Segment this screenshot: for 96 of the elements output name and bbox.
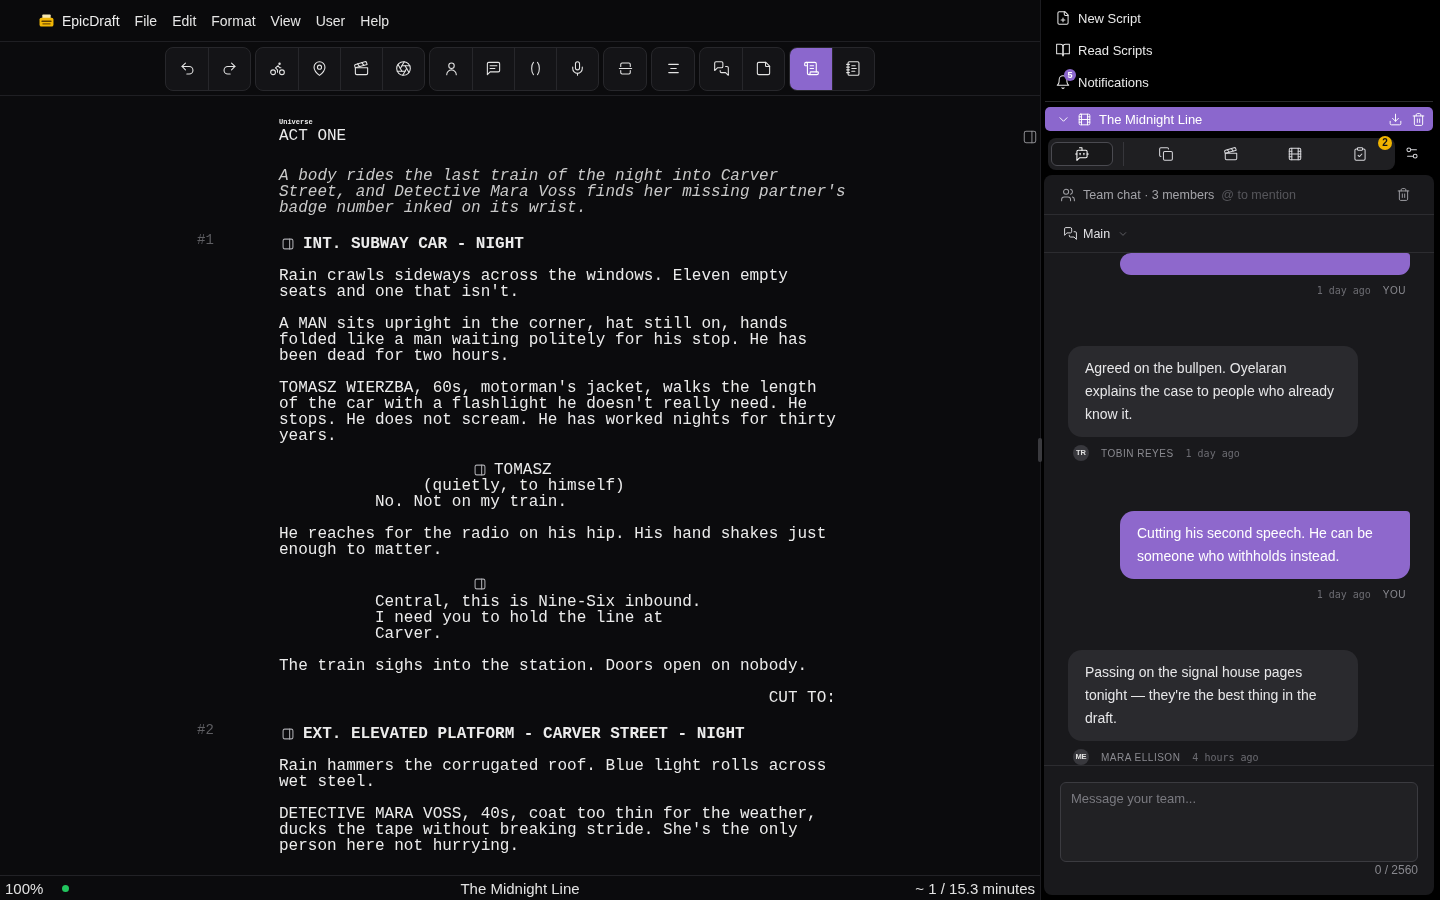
scene-number: #2 bbox=[197, 722, 215, 738]
zoom-level: 100% bbox=[5, 879, 44, 897]
menu-item[interactable]: Help bbox=[360, 12, 390, 29]
tab-badge: 2 bbox=[1378, 136, 1392, 150]
action-text: TOMASZ WIERZBA, 60s, motorman's jacket, walks the length of the car with a flashlight he doesn't really need. He stops. He does not scream. He has worked nights for thirty years. bbox=[279, 380, 837, 444]
panel-icon bbox=[282, 728, 294, 740]
file-plus-icon bbox=[1056, 11, 1070, 25]
document-title: The Midnight Line bbox=[460, 879, 580, 897]
parentheses-icon bbox=[528, 61, 543, 76]
bicycle-icon bbox=[269, 61, 285, 76]
redo-icon bbox=[222, 61, 237, 76]
align-center-icon bbox=[665, 61, 681, 76]
character-name: TOMASZ bbox=[494, 462, 552, 478]
action-text: A MAN sits upright in the corner, hat still on, hands folded like a man waiting politely for his stop. He has been dead for two hours. bbox=[279, 316, 809, 364]
trash-icon bbox=[1412, 112, 1425, 126]
panel-toggle-button[interactable] bbox=[1022, 128, 1038, 146]
menu-item[interactable]: View bbox=[270, 12, 301, 29]
act-heading: ACT ONE bbox=[279, 128, 348, 144]
users-icon bbox=[1061, 187, 1075, 202]
parenthetical-text: (quietly, to himself) bbox=[423, 478, 626, 494]
split-icon bbox=[617, 61, 633, 76]
transition-text: CUT TO: bbox=[767, 690, 836, 706]
message-author: YOU bbox=[1382, 588, 1406, 600]
dialogue-text: Central, this is Nine-Six inbound. I need you to hold the line at Carver. bbox=[375, 594, 703, 642]
book-icon bbox=[1056, 43, 1070, 57]
message-time: 1 day ago bbox=[1185, 447, 1240, 459]
message-time: 4 hours ago bbox=[1192, 751, 1259, 763]
action-text: The train sighs into the station. Doors open on nobody. bbox=[279, 658, 809, 674]
menu-item[interactable]: Edit bbox=[172, 12, 197, 29]
page-icon bbox=[756, 61, 771, 76]
panel-icon bbox=[1023, 129, 1037, 145]
project-header[interactable]: The Midnight Line bbox=[1045, 107, 1433, 131]
project-title: The Midnight Line bbox=[1099, 111, 1203, 127]
character-counter: 0 / 2560 bbox=[1373, 863, 1418, 877]
scroll-button[interactable] bbox=[790, 47, 832, 90]
aperture-icon bbox=[396, 61, 411, 76]
message-input[interactable]: Message your team... bbox=[1060, 782, 1418, 862]
dialogue-text: No. Not on my train. bbox=[375, 494, 569, 510]
notebook-icon bbox=[846, 61, 861, 76]
microphone-icon bbox=[570, 61, 585, 76]
menu-item[interactable]: User bbox=[315, 12, 346, 29]
map-pin-icon bbox=[312, 61, 327, 76]
chat-bubbles-icon bbox=[1064, 227, 1077, 240]
scene-heading: INT. SUBWAY CAR - NIGHT bbox=[303, 236, 524, 252]
delete-button[interactable] bbox=[1412, 112, 1425, 126]
delete-chat-button[interactable] bbox=[1397, 188, 1410, 201]
action-text: Rain crawls sideways across the windows. Eleven empty seats and one that isn't. bbox=[279, 268, 789, 300]
channel-dropdown[interactable]: Main bbox=[1064, 226, 1129, 241]
sliders-button[interactable] bbox=[1405, 146, 1421, 162]
download-icon bbox=[1389, 112, 1402, 126]
menu-item[interactable]: File bbox=[134, 12, 158, 29]
sliders-icon bbox=[1405, 146, 1419, 160]
synopsis-text: A body rides the last train of the night into Carver Street, and Detective Mara Voss finds her missing partner's badge number inked on its wrist. bbox=[279, 168, 847, 216]
film-icon bbox=[1078, 112, 1091, 126]
action-text: He reaches for the radio on his hip. His hand shakes just enough to matter. bbox=[279, 526, 828, 558]
speech-bubble-icon bbox=[486, 61, 501, 76]
panel-icon bbox=[474, 464, 486, 476]
notification-badge: 5 bbox=[1064, 69, 1076, 81]
duration-estimate: ~ 1 / 15.3 minutes bbox=[914, 879, 1035, 897]
read-scripts-button[interactable]: Read Scripts bbox=[1045, 34, 1433, 66]
panel-icon bbox=[474, 578, 486, 590]
menu-item[interactable]: Format bbox=[211, 12, 256, 29]
mention-hint: @ to mention bbox=[1221, 187, 1296, 202]
message-author: YOU bbox=[1382, 284, 1406, 296]
app-name: EpicDraft bbox=[62, 12, 120, 29]
panel-icon bbox=[282, 238, 294, 250]
copy-icon bbox=[1159, 147, 1174, 161]
trash-icon bbox=[1397, 188, 1410, 201]
action-text: Rain hammers the corrugated roof. Blue light rolls across wet steel. bbox=[279, 758, 828, 790]
film-icon bbox=[1288, 147, 1303, 161]
message-bubble: Cutting his second speech. He can be someone who withholds instead. bbox=[1120, 511, 1410, 579]
new-script-button[interactable]: New Script bbox=[1045, 2, 1433, 34]
typewriter-logo-icon bbox=[39, 14, 54, 27]
undo-icon bbox=[179, 61, 195, 76]
chat-bubbles-icon bbox=[713, 61, 729, 76]
message-author: TOBIN REYES bbox=[1101, 447, 1174, 459]
message-time: 1 day ago bbox=[1316, 284, 1371, 296]
notifications-button[interactable]: 5 Notifications bbox=[1045, 66, 1433, 98]
bell-icon bbox=[1056, 75, 1070, 89]
message-bubble: Passing on the signal house pages tonight — they're the best thing in the draft. bbox=[1068, 650, 1358, 741]
message-time: 1 day ago bbox=[1316, 588, 1371, 600]
bot-icon bbox=[1075, 147, 1089, 161]
action-text: DETECTIVE MARA VOSS, 40s, coat too thin for the weather, ducks the tape without breaking stride. She's the only person here not hurrying. bbox=[279, 806, 818, 854]
download-button[interactable] bbox=[1389, 112, 1402, 126]
resize-handle[interactable] bbox=[1038, 438, 1042, 462]
person-icon bbox=[443, 61, 459, 76]
scene-heading: EXT. ELEVATED PLATFORM - CARVER STREET - NIGHT bbox=[303, 726, 745, 742]
clipboard-check-icon bbox=[1352, 147, 1367, 161]
message-author: MARA ELLISON bbox=[1101, 751, 1181, 763]
chat-title: Team chat · 3 members bbox=[1083, 187, 1215, 202]
scroll-icon bbox=[803, 61, 819, 76]
scene-number: #1 bbox=[197, 232, 215, 248]
clapperboard-icon bbox=[354, 61, 369, 76]
clapperboard-icon bbox=[1223, 147, 1238, 161]
message-bubble: Agreed on the bullpen. Oyelaran explains the case to people who already know it. bbox=[1068, 346, 1358, 437]
chat-tab[interactable] bbox=[1051, 142, 1113, 166]
